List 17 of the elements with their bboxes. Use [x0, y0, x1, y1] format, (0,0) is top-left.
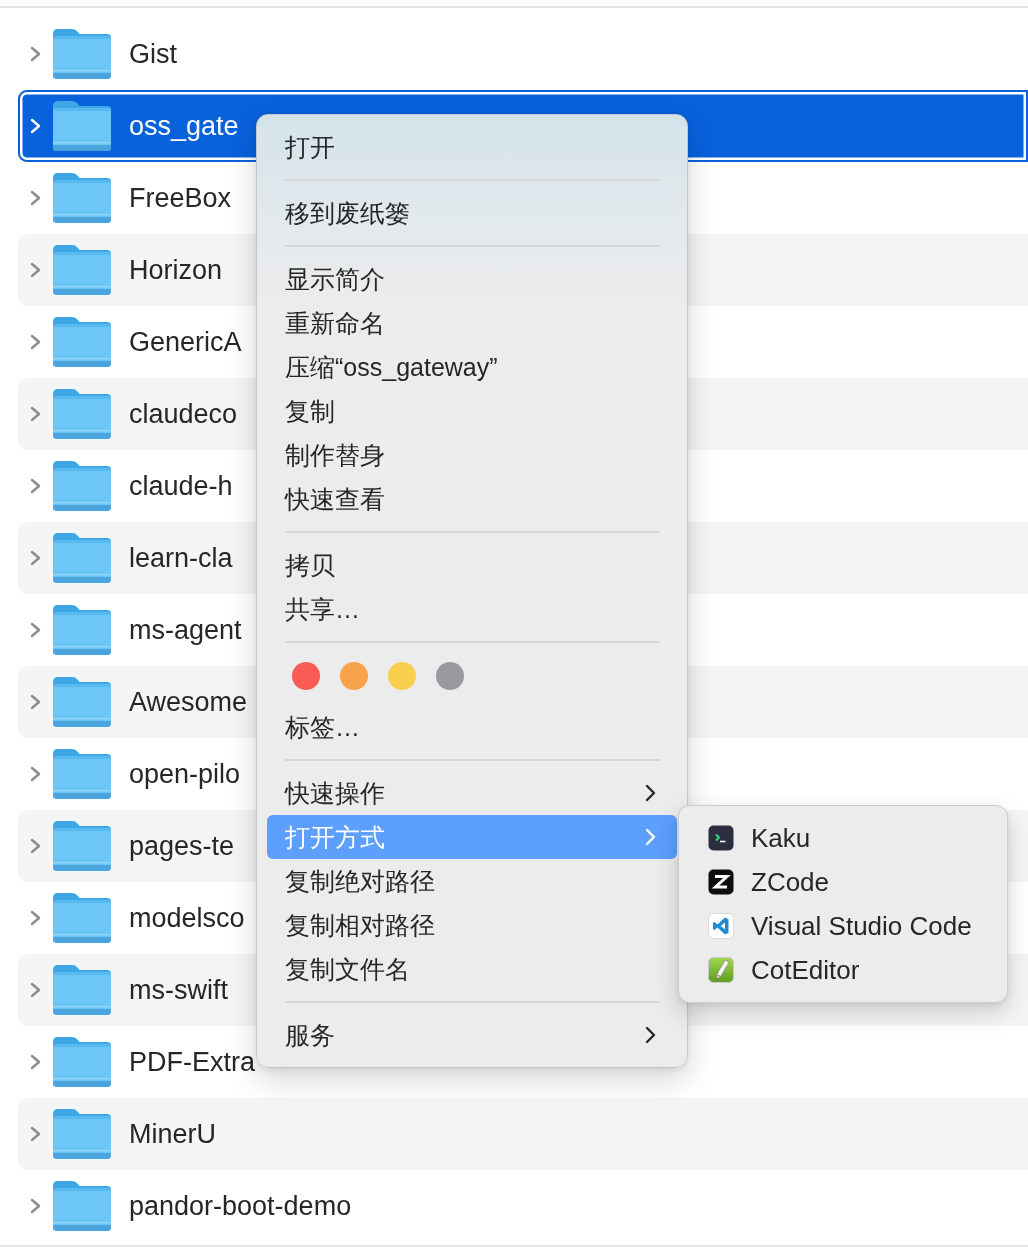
folder-name: learn-cla	[129, 542, 233, 574]
folder-name: Gist	[129, 38, 177, 70]
folder-name: PDF-Extra	[129, 1046, 255, 1078]
folder-name: GenericA	[129, 326, 242, 358]
folder-name: MinerU	[129, 1118, 216, 1150]
folder-name: oss_gate	[129, 110, 239, 142]
folder-name: pandor-boot-demo	[129, 1190, 352, 1222]
folder-name: claudeco	[129, 398, 238, 430]
folder-name: FreeBox	[129, 182, 232, 214]
folder-name: claude-h	[129, 470, 233, 502]
folder-name: ms-agent	[129, 614, 242, 646]
folder-name: ms-swift	[129, 974, 228, 1006]
folder-name: open-pilo	[129, 758, 241, 790]
folder-name: modelsco	[129, 902, 245, 934]
folder-name: Horizon	[129, 254, 223, 286]
folder-name: pages-te	[129, 830, 235, 862]
folder-name: Awesome	[129, 686, 248, 718]
